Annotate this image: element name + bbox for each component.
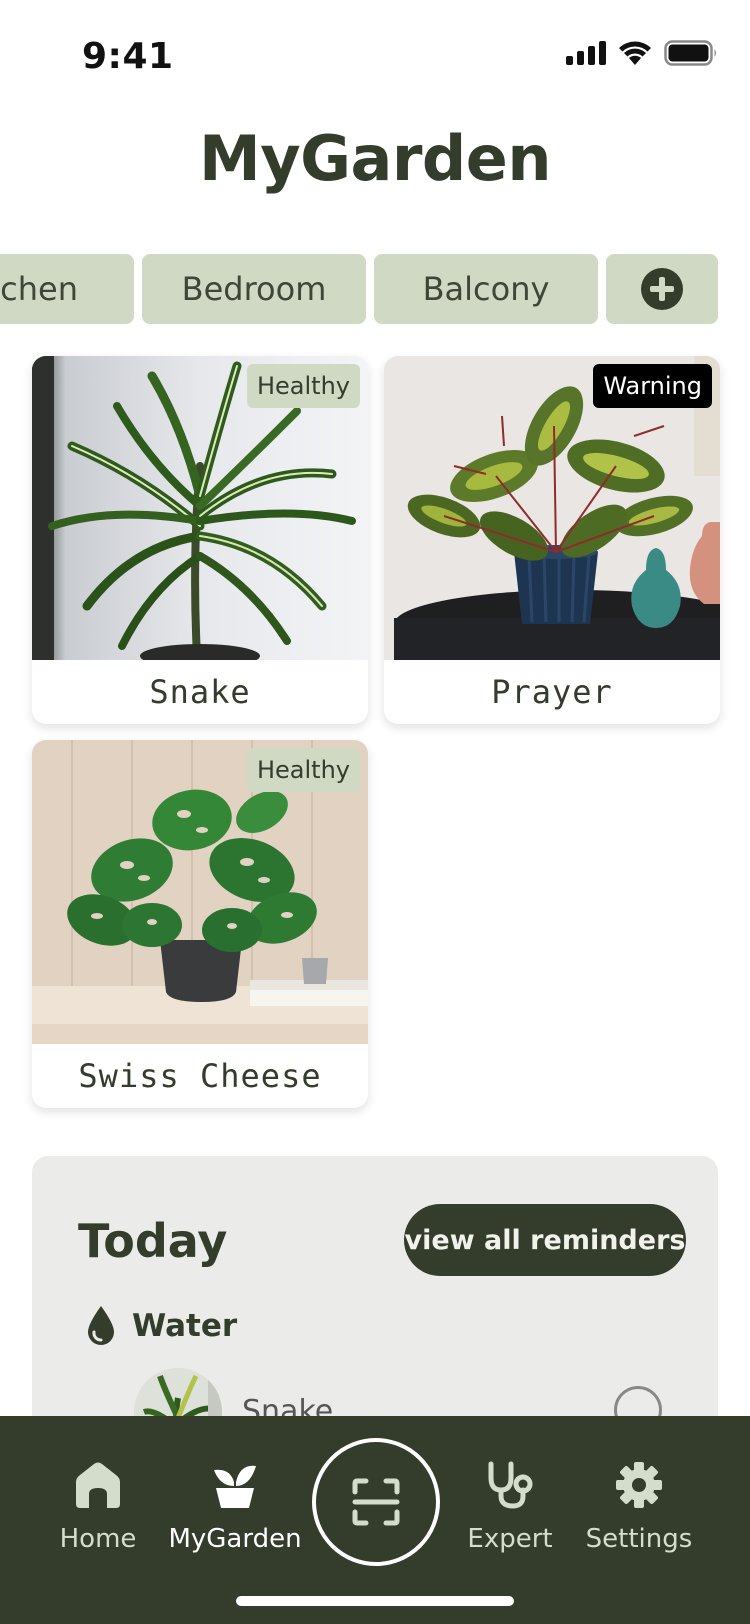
plant-pot-icon (214, 1465, 256, 1508)
cellular-signal-icon (566, 41, 606, 65)
plant-name: Swiss Cheese (78, 1057, 322, 1095)
nav-mygarden-label: MyGarden (168, 1524, 302, 1554)
plant-name: Snake (149, 673, 251, 711)
status-badge: Warning (593, 364, 712, 408)
room-chip-bedroom[interactable]: Bedroom (142, 254, 366, 324)
bottom-nav: Home MyGarden Expert Settings (0, 1416, 750, 1624)
nav-home[interactable]: Home (28, 1450, 168, 1554)
gear-icon (616, 1462, 662, 1508)
plant-card-prayer[interactable]: Warning Prayer (384, 356, 720, 724)
room-chip-label: Kitchen (0, 270, 78, 308)
home-icon (76, 1462, 120, 1508)
plant-name: Prayer (491, 673, 613, 711)
status-bar: 9:41 (0, 0, 750, 110)
plus-circle-icon (641, 268, 683, 310)
home-indicator (236, 1596, 514, 1606)
room-chip-label: Bedroom (181, 270, 327, 308)
scan-icon (352, 1478, 400, 1526)
water-drop-icon (88, 1306, 114, 1345)
water-task-label: Water (132, 1308, 238, 1344)
room-chip-kitchen[interactable]: Kitchen (0, 254, 134, 324)
status-badge: Healthy (246, 364, 360, 408)
nav-expert-label: Expert (467, 1524, 553, 1554)
status-time: 9:41 (82, 36, 174, 77)
nav-mygarden[interactable]: MyGarden (165, 1450, 305, 1554)
nav-settings[interactable]: Settings (569, 1450, 709, 1554)
nav-home-label: Home (59, 1524, 137, 1554)
scan-button[interactable] (312, 1438, 440, 1566)
nav-expert[interactable]: Expert (440, 1450, 580, 1554)
room-chips: Kitchen Bedroom Balcony (0, 254, 750, 324)
view-all-reminders-button[interactable]: view all reminders (404, 1204, 686, 1276)
room-chip-balcony[interactable]: Balcony (374, 254, 598, 324)
nav-settings-label: Settings (585, 1524, 693, 1554)
today-panel: Today view all reminders Water Snake (32, 1156, 718, 1456)
status-icons (566, 40, 718, 66)
stethoscope-icon (488, 1461, 533, 1509)
add-room-button[interactable] (606, 254, 718, 324)
today-title: Today (78, 1214, 228, 1268)
battery-icon (664, 40, 716, 66)
plant-card-swiss-cheese[interactable]: Healthy Swiss Cheese (32, 740, 368, 1108)
page-title: MyGarden (199, 122, 552, 195)
water-task-header: Water (84, 1304, 237, 1348)
room-chip-label: Balcony (422, 270, 550, 308)
wifi-icon (619, 41, 651, 65)
status-badge: Healthy (246, 748, 360, 792)
plant-card-snake[interactable]: Healthy Snake (32, 356, 368, 724)
